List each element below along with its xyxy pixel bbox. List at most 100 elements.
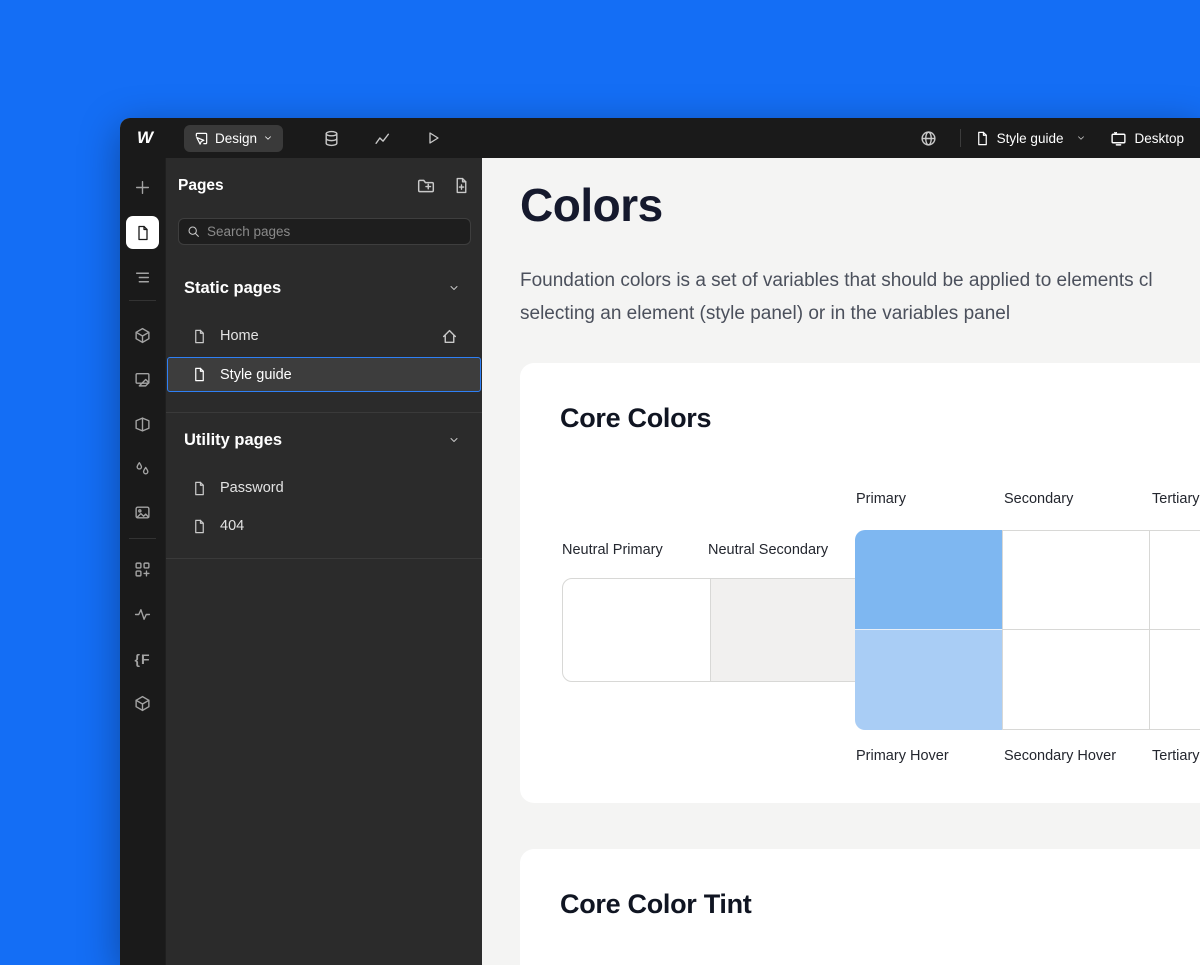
section-label: Static pages (184, 279, 281, 298)
topbar: W Design (120, 118, 1200, 158)
add-elements-button[interactable] (126, 171, 159, 204)
page-icon (135, 225, 151, 241)
page-title: Colors (520, 178, 663, 232)
page-icon (192, 367, 207, 382)
swatch-secondary[interactable] (1002, 530, 1150, 630)
preview-button[interactable] (416, 124, 450, 152)
page-item-home[interactable]: Home (167, 320, 481, 352)
pages-search[interactable] (178, 218, 471, 245)
droplets-icon (134, 459, 151, 476)
add-page-button[interactable] (453, 177, 470, 195)
search-icon (187, 225, 200, 238)
plus-icon (134, 179, 151, 196)
page-item-label: Home (220, 328, 259, 344)
core-color-tint-card: Core Color Tint (520, 849, 1200, 965)
panel-divider (166, 412, 482, 413)
breakpoint-selector[interactable]: Desktop (1110, 130, 1184, 147)
analytics-button[interactable] (365, 124, 399, 152)
search-input[interactable] (207, 224, 462, 239)
page-item-password[interactable]: Password (167, 472, 481, 504)
section-static-pages[interactable]: Static pages (184, 274, 460, 302)
image-icon (134, 504, 151, 521)
page-item-label: Password (220, 480, 284, 496)
core-color-tint-title: Core Color Tint (560, 889, 752, 920)
swatch-neutral-secondary[interactable] (710, 578, 856, 682)
cms-button[interactable] (314, 124, 348, 152)
breakpoint-label: Desktop (1134, 131, 1184, 146)
desktop-breakpoint-icon (1110, 130, 1127, 147)
pulse-icon (134, 606, 151, 623)
swatch-tertiary[interactable] (1149, 530, 1200, 630)
page-item-style-guide[interactable]: Style guide (167, 357, 481, 392)
core-colors-card: Core Colors Primary Secondary Tertiary N… (520, 363, 1200, 803)
pages-panel: Pages Static pages (165, 158, 482, 965)
chevron-down-icon (1076, 133, 1086, 143)
libraries-button[interactable] (126, 687, 159, 720)
page-item-label: Style guide (220, 367, 292, 383)
topbar-tools (297, 124, 450, 152)
page-item-label: 404 (220, 518, 244, 534)
design-mode-label: Design (215, 131, 257, 146)
backdrop: W Design (0, 0, 1200, 965)
label-tertiary: Tertiary (1152, 491, 1200, 507)
style-guide-button[interactable] (126, 363, 159, 396)
components-button[interactable] (126, 319, 159, 352)
swatch-primary-hover[interactable] (855, 630, 1003, 730)
swatch-tertiary-hover[interactable] (1149, 629, 1200, 730)
audit-button[interactable] (126, 598, 159, 631)
label-secondary: Secondary (1004, 491, 1073, 507)
pages-panel-header: Pages (178, 174, 470, 198)
symbols-button[interactable] (126, 408, 159, 441)
fonts-button[interactable]: {F (126, 642, 159, 675)
swatch-secondary-hover[interactable] (1002, 629, 1150, 730)
pages-panel-title: Pages (178, 177, 224, 195)
navigator-button[interactable] (126, 261, 159, 294)
globe-icon (920, 130, 937, 147)
webflow-logo[interactable]: W (132, 128, 158, 148)
panel-divider (166, 558, 482, 559)
label-tertiary-hover: Tertiary (1152, 748, 1200, 764)
cube-icon (134, 327, 151, 344)
page-selector-label: Style guide (997, 131, 1064, 146)
label-neutral-secondary: Neutral Secondary (708, 542, 828, 558)
swatch-neutral-primary[interactable] (562, 578, 711, 682)
topbar-divider (960, 129, 961, 147)
add-folder-button[interactable] (417, 177, 435, 195)
swatch-primary[interactable] (855, 530, 1003, 630)
topbar-right: Style guide Desktop (912, 124, 1184, 152)
cube-icon (134, 695, 151, 712)
play-icon (425, 130, 441, 146)
chevron-down-icon (263, 133, 273, 143)
chevron-down-icon (448, 282, 460, 294)
label-primary-hover: Primary Hover (856, 748, 949, 764)
pages-button[interactable] (126, 216, 159, 249)
label-primary: Primary (856, 491, 906, 507)
design-canvas[interactable]: Colors Foundation colors is a set of var… (482, 158, 1200, 965)
variables-button[interactable] (126, 451, 159, 484)
rail-divider (129, 300, 156, 301)
page-icon (192, 329, 207, 344)
image-edit-icon (134, 371, 151, 388)
assets-button[interactable] (126, 496, 159, 529)
page-selector[interactable]: Style guide (975, 131, 1087, 146)
webflow-designer-window: W Design (120, 118, 1200, 965)
chevron-down-icon (448, 434, 460, 446)
navigator-icon (134, 269, 151, 286)
design-mode-button[interactable]: Design (184, 125, 283, 152)
intro-paragraph: Foundation colors is a set of variables … (520, 264, 1153, 330)
fonts-icon: {F (135, 651, 151, 667)
design-cursor-icon (194, 131, 209, 146)
page-icon (975, 131, 990, 146)
intro-line-2: selecting an element (style panel) or in… (520, 297, 1153, 330)
page-item-404[interactable]: 404 (167, 510, 481, 542)
line-chart-icon (374, 130, 391, 147)
apps-button[interactable] (126, 553, 159, 586)
rail-divider (129, 538, 156, 539)
section-utility-pages[interactable]: Utility pages (184, 426, 460, 454)
home-icon (441, 328, 458, 345)
label-neutral-primary: Neutral Primary (562, 542, 663, 558)
section-label: Utility pages (184, 431, 282, 450)
publish-button[interactable] (912, 124, 946, 152)
database-icon (323, 130, 340, 147)
half-cube-icon (134, 416, 151, 433)
